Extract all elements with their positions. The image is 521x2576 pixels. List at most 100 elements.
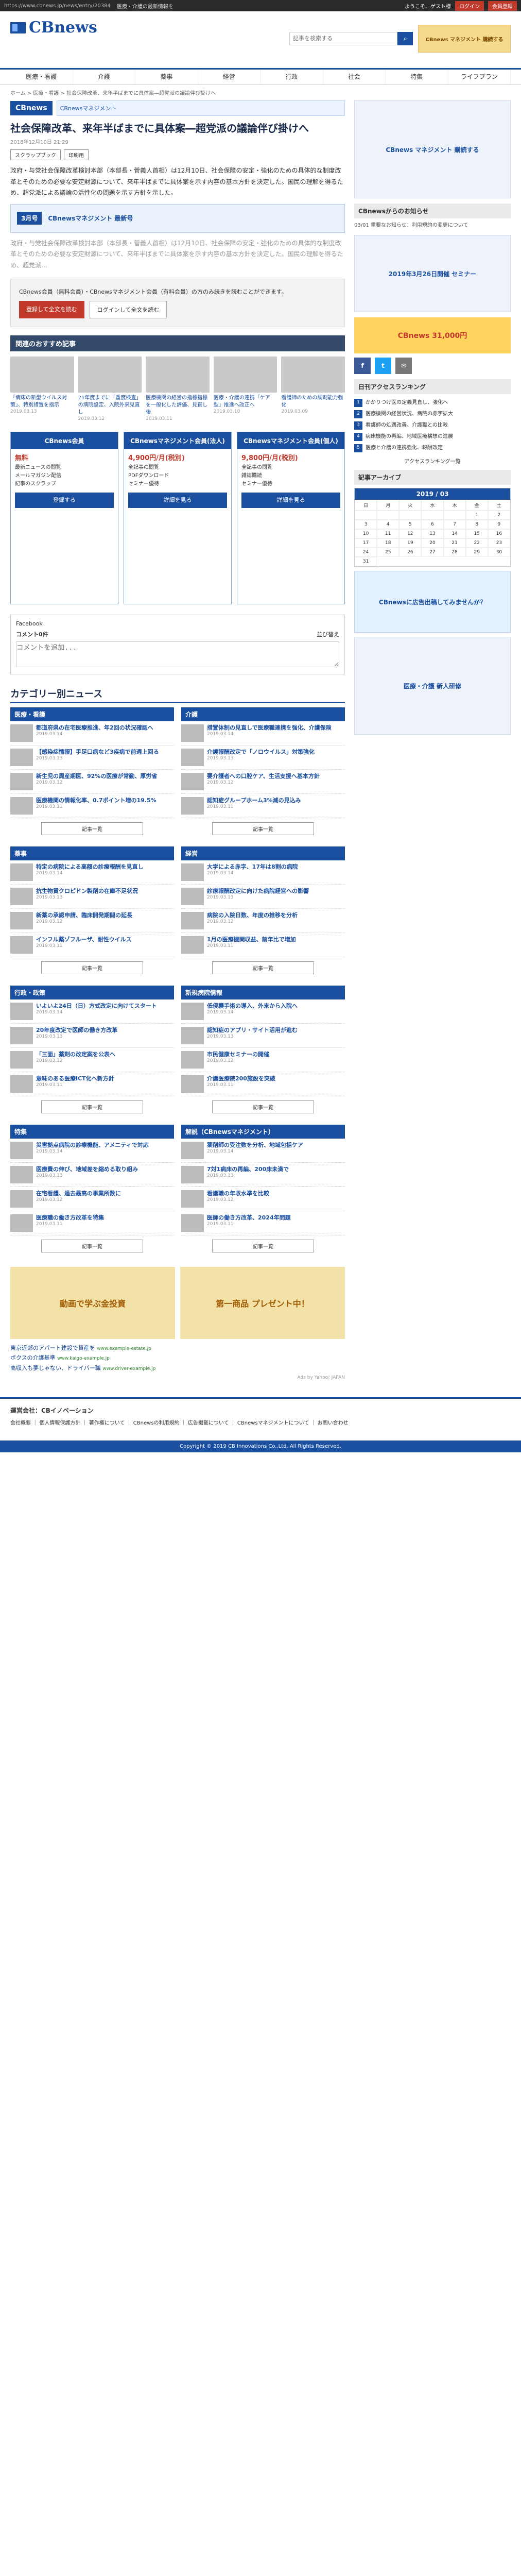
nav-item[interactable]: 経営 bbox=[198, 70, 260, 84]
calendar-day[interactable]: 11 bbox=[377, 529, 400, 538]
ad-link[interactable]: 東京近郊のアパート建設で資産を bbox=[10, 1345, 95, 1351]
category-more-button[interactable]: 記事一覧 bbox=[212, 1239, 314, 1252]
category-item[interactable]: 認知症のアプリ・サイト活用が進む 2019.03.13 bbox=[181, 1024, 345, 1048]
footer-links[interactable]: 会社概要 ｜ 個人情報保護方針 ｜ 著作権について ｜ CBnewsの利用規約 … bbox=[10, 1419, 511, 1428]
promo-banner[interactable]: CBnews 31,000円 bbox=[354, 317, 511, 353]
calendar-day[interactable]: 6 bbox=[421, 520, 444, 529]
calendar-day[interactable]: 3 bbox=[355, 520, 377, 529]
ad-link[interactable]: 高収入も夢じゃない、ドライバー職 bbox=[10, 1365, 101, 1371]
category-item[interactable]: 1月の医療機関収益、前年比で増加 2019.03.11 bbox=[181, 933, 345, 957]
calendar-day[interactable]: 28 bbox=[443, 548, 466, 557]
nav-item[interactable]: 介護 bbox=[73, 70, 135, 84]
comment-input[interactable] bbox=[16, 641, 339, 667]
category-item[interactable]: 医療機関の情報化率、0.7ポイント増の19.5% 2019.03.11 bbox=[10, 794, 174, 818]
nav-item[interactable]: 特集 bbox=[386, 70, 448, 84]
calendar-day[interactable]: 17 bbox=[355, 538, 377, 548]
ad-tile[interactable]: 動画で学ぶ金投資 bbox=[10, 1266, 175, 1339]
calendar-day[interactable]: 4 bbox=[377, 520, 400, 529]
register-read-button[interactable]: 登録して全文を読む bbox=[19, 300, 84, 318]
calendar-day[interactable]: 5 bbox=[399, 520, 422, 529]
login-button[interactable]: ログイン bbox=[455, 1, 484, 11]
calendar-day[interactable]: 21 bbox=[443, 538, 466, 548]
category-more-button[interactable]: 記事一覧 bbox=[212, 1100, 314, 1113]
ranking-item[interactable]: 4 病床機能の再編、地域医療構想の進展 bbox=[354, 431, 511, 443]
category-item[interactable]: インフル薬ゾフルーザ、耐性ウイルス 2019.03.11 bbox=[10, 933, 174, 957]
nav-item[interactable]: ライフプラン bbox=[448, 70, 511, 84]
category-item[interactable]: 市民健康セミナーの開催 2019.03.12 bbox=[181, 1048, 345, 1072]
category-item[interactable]: 7対1病床の再編、200床未満で 2019.03.13 bbox=[181, 1163, 345, 1187]
calendar-day[interactable]: 18 bbox=[377, 538, 400, 548]
category-more-button[interactable]: 記事一覧 bbox=[41, 1100, 143, 1113]
plan-join-button[interactable]: 詳細を見る bbox=[128, 493, 227, 508]
nav-item[interactable]: 薬事 bbox=[135, 70, 198, 84]
promo-strip[interactable]: CBnewsマネジメント bbox=[56, 100, 345, 116]
recommend-item[interactable]: 看護師のための調剤能力強化 2019.03.09 bbox=[281, 356, 345, 421]
calendar-day[interactable]: 25 bbox=[377, 548, 400, 557]
category-more-button[interactable]: 記事一覧 bbox=[41, 1239, 143, 1252]
category-item[interactable]: 20年度改定で医師の働き方改革 2019.03.13 bbox=[10, 1024, 174, 1048]
category-item[interactable]: 「三面」薬剤の改定案を公表へ 2019.03.12 bbox=[10, 1048, 174, 1072]
category-item[interactable]: 医師の働き方改革、2024年問題 2019.03.11 bbox=[181, 1211, 345, 1235]
calendar-day[interactable]: 12 bbox=[399, 529, 422, 538]
category-item[interactable]: 意味のある医療ICT化へ新方針 2019.03.11 bbox=[10, 1072, 174, 1096]
nav-item[interactable]: 医療・看護 bbox=[10, 70, 73, 84]
category-item[interactable]: 低侵襲手術の導入、外来から入院へ 2019.03.14 bbox=[181, 999, 345, 1024]
search-input[interactable] bbox=[289, 32, 397, 45]
category-item[interactable]: 大学による赤字、17年は8割の病院 2019.03.14 bbox=[181, 860, 345, 885]
ranking-item[interactable]: 5 医療と介護の連携強化、報酬改定 bbox=[354, 443, 511, 454]
category-item[interactable]: 災害拠点病院の診療機能、アメニティで対応 2019.03.14 bbox=[10, 1139, 174, 1163]
mail-icon[interactable]: ✉ bbox=[395, 358, 412, 374]
facebook-icon[interactable]: f bbox=[354, 358, 371, 374]
ranking-item[interactable]: 3 看護師の処遇改善、介護職との比較 bbox=[354, 420, 511, 431]
category-more-button[interactable]: 記事一覧 bbox=[41, 961, 143, 974]
ad-tile[interactable]: 第一商品 プレゼント中！ bbox=[180, 1266, 345, 1339]
recommend-item[interactable]: 医療機関の経営の指標指標を一般化した評価、見直し後 2019.03.11 bbox=[146, 356, 210, 421]
ad-placement-banner[interactable]: CBnewsに広告出稿してみませんか？ bbox=[354, 571, 511, 633]
category-item[interactable]: 措置体制の見直しで医療職連携を強化、介護保険 2019.03.14 bbox=[181, 721, 345, 745]
calendar-day[interactable]: 15 bbox=[465, 529, 488, 538]
calendar-day[interactable]: 16 bbox=[488, 529, 510, 538]
nav-item[interactable]: 行政 bbox=[260, 70, 323, 84]
plan-join-button[interactable]: 詳細を見る bbox=[241, 493, 340, 508]
category-item[interactable]: 医療費の伸び、地域差を縮める取り組み 2019.03.13 bbox=[10, 1163, 174, 1187]
plan-join-button[interactable]: 登録する bbox=[15, 493, 114, 508]
category-item[interactable]: 新生児の周産期医、92%の医療が常勤、厚労省 2019.03.12 bbox=[10, 770, 174, 794]
category-item[interactable]: 新薬の承認申請、臨床開発期間の延長 2019.03.12 bbox=[10, 909, 174, 933]
calendar-day[interactable]: 10 bbox=[355, 529, 377, 538]
register-button[interactable]: 会員登録 bbox=[488, 1, 517, 11]
sidebar-bottom-ad[interactable]: 医療・介護 新人研修 bbox=[354, 637, 511, 735]
sort-select[interactable]: 並び替え bbox=[317, 630, 339, 638]
ranking-item[interactable]: 2 医療機関の経営状況、病院の赤字拡大 bbox=[354, 409, 511, 420]
category-item[interactable]: 薬剤師の受注数を分析、地域包括ケア 2019.03.14 bbox=[181, 1139, 345, 1163]
category-more-button[interactable]: 記事一覧 bbox=[212, 822, 314, 835]
category-item[interactable]: 医療職の働き方改革を特集 2019.03.11 bbox=[10, 1211, 174, 1235]
category-item[interactable]: 看護職の年収水準を比較 2019.03.12 bbox=[181, 1187, 345, 1211]
calendar-day[interactable]: 20 bbox=[421, 538, 444, 548]
category-more-button[interactable]: 記事一覧 bbox=[41, 822, 143, 835]
calendar-day[interactable]: 24 bbox=[355, 548, 377, 557]
seminar-ad[interactable]: 2019年3月26日開催 セミナー bbox=[354, 235, 511, 312]
category-item[interactable]: 介護医療院200施設を突破 2019.03.11 bbox=[181, 1072, 345, 1096]
calendar-day[interactable]: 22 bbox=[465, 538, 488, 548]
scrapbook-button[interactable]: スクラップブック bbox=[10, 149, 61, 160]
notice-item[interactable]: 03/01 重要なお知らせ：利用規約の変更について bbox=[354, 222, 511, 230]
category-item[interactable]: 都道府県の在宅医療推進、年2回の状況確認へ 2019.03.14 bbox=[10, 721, 174, 745]
category-item[interactable]: 【感染症情報】手足口病など3疾病で前週上回る 2019.03.13 bbox=[10, 745, 174, 770]
category-item[interactable]: 病院の入院日数、年度の推移を分析 2019.03.12 bbox=[181, 909, 345, 933]
calendar-day[interactable]: 27 bbox=[421, 548, 444, 557]
calendar-day[interactable]: 26 bbox=[399, 548, 422, 557]
sidebar-top-ad[interactable]: CBnews マネジメント 購読する bbox=[354, 100, 511, 198]
calendar-day[interactable]: 2 bbox=[488, 511, 510, 520]
category-item[interactable]: 在宅看護、過去最高の事業所数に 2019.03.12 bbox=[10, 1187, 174, 1211]
category-item[interactable]: 介護報酬改定で「ノロウイルス」対策強化 2019.03.13 bbox=[181, 745, 345, 770]
header-banner[interactable]: CBnews マネジメント 購読する bbox=[418, 25, 511, 53]
calendar-day[interactable]: 19 bbox=[399, 538, 422, 548]
ad-link[interactable]: ボクスの介護基準 bbox=[10, 1354, 56, 1361]
nav-item[interactable]: 社会 bbox=[323, 70, 386, 84]
calendar-day[interactable]: 29 bbox=[465, 548, 488, 557]
category-item[interactable]: 抗生物質クロピドン製剤の在庫不足状況 2019.03.13 bbox=[10, 885, 174, 909]
calendar-day[interactable]: 8 bbox=[465, 520, 488, 529]
category-item[interactable]: 特定の病院による高額の診療報酬を見直し 2019.03.14 bbox=[10, 860, 174, 885]
mid-banner[interactable]: 3月号 CBnewsマネジメント 最新号 bbox=[10, 204, 345, 233]
category-item[interactable]: 認知症グループホーム3%減の見込み 2019.03.11 bbox=[181, 794, 345, 818]
